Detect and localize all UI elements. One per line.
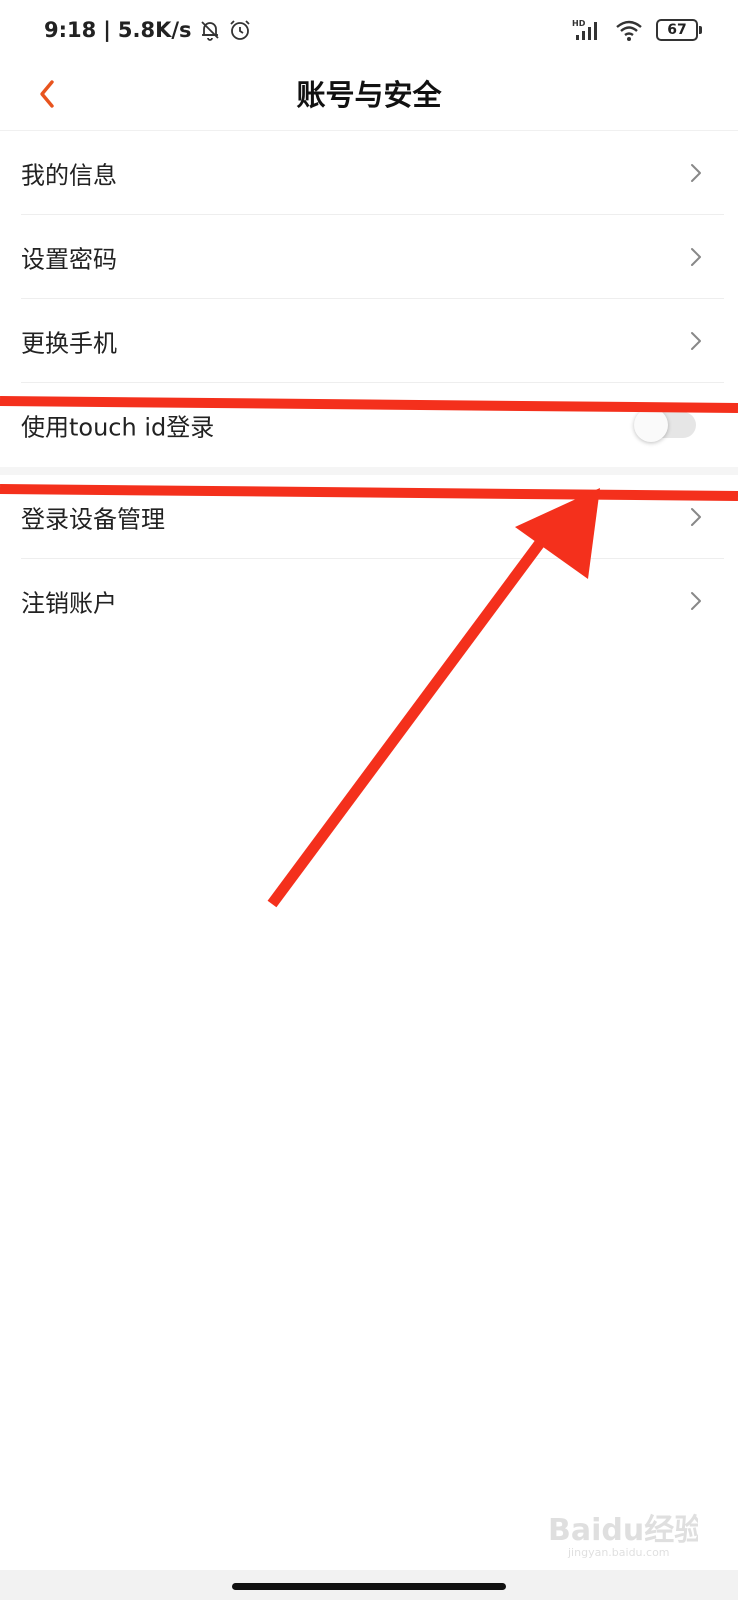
menu-item-label: 登录设备管理 [21, 505, 165, 534]
page-title: 账号与安全 [296, 78, 442, 112]
chevron-right-icon [691, 248, 701, 266]
chevron-right-icon [691, 508, 701, 526]
bell-muted-icon [200, 21, 219, 41]
baidu-watermark: Baidu经验 jingyan.baidu.com [548, 1513, 698, 1559]
network-speed: 5.8K/s [117, 18, 192, 42]
menu-item-label: 我的信息 [21, 161, 117, 190]
wifi-icon [616, 20, 642, 41]
touch-id-toggle[interactable] [634, 408, 696, 442]
chevron-right-icon [691, 592, 701, 610]
toggle-knob [634, 408, 668, 442]
menu-item-set-password[interactable]: 设置密码 [0, 215, 738, 299]
menu-item-device-management[interactable]: 登录设备管理 [0, 475, 738, 559]
status-right: HD 67 [572, 18, 702, 42]
menu-item-my-info[interactable]: 我的信息 [0, 131, 738, 215]
menu-item-label: 使用touch id登录 [21, 413, 215, 442]
status-time: 9:18 [44, 18, 97, 42]
alarm-icon [229, 20, 250, 40]
home-indicator[interactable] [232, 1583, 506, 1590]
watermark-text: Baidu经验 [548, 1513, 698, 1548]
hd-label: HD [572, 19, 586, 28]
menu-item-label: 更换手机 [21, 329, 117, 358]
menu-item-label: 注销账户 [21, 589, 117, 618]
battery-level: 67 [667, 22, 687, 38]
menu-item-change-phone[interactable]: 更换手机 [0, 299, 738, 383]
battery-icon: 67 [656, 19, 702, 41]
nav-bar: 账号与安全 [0, 62, 738, 131]
menu-item-delete-account[interactable]: 注销账户 [0, 559, 738, 643]
chevron-right-icon [691, 164, 701, 182]
chevron-right-icon [691, 332, 701, 350]
menu-item-label: 设置密码 [21, 245, 117, 274]
gesture-area [0, 1570, 738, 1600]
hd-signal-icon: HD [572, 19, 597, 40]
settings-list: 我的信息 设置密码 更换手机 使用touch id登录 登录设备管理 注销账户 [0, 131, 738, 643]
menu-item-touch-id: 使用touch id登录 [0, 383, 738, 467]
watermark-subtext: jingyan.baidu.com [567, 1546, 670, 1559]
section-gap [0, 467, 738, 475]
status-left: 9:18 | 5.8K/s [44, 18, 252, 42]
status-bar: 9:18 | 5.8K/s HD 67 [0, 0, 738, 62]
status-separator: | [103, 18, 111, 42]
